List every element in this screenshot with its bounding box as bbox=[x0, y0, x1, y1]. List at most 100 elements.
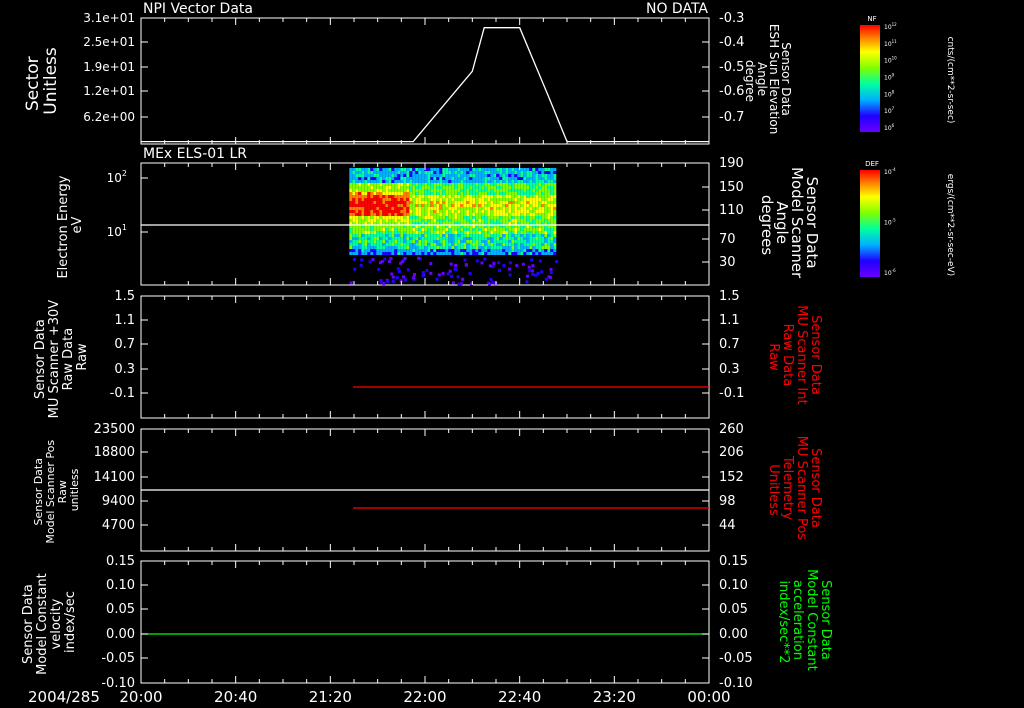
spectrogram-cell bbox=[364, 219, 368, 222]
spectrogram-cell bbox=[526, 186, 530, 189]
spectrogram-cell bbox=[475, 168, 479, 171]
spectrogram-cell bbox=[442, 210, 446, 213]
spectrogram-cell bbox=[466, 168, 470, 171]
spectrogram-cell bbox=[385, 192, 389, 195]
spectrogram-cell bbox=[538, 192, 542, 195]
spectrogram-cell bbox=[355, 201, 359, 204]
spectrogram-cell bbox=[436, 201, 440, 204]
spectrogram-cell bbox=[361, 240, 365, 243]
spectrogram-cell bbox=[454, 195, 458, 198]
spectrogram-cell bbox=[424, 210, 428, 213]
spectrogram-cell bbox=[361, 246, 365, 249]
spectrogram-cell bbox=[394, 237, 398, 240]
spectrogram-cell bbox=[538, 174, 542, 177]
spectrogram-cell bbox=[397, 243, 401, 246]
spectrogram-cell bbox=[532, 186, 536, 189]
spectrogram-cell bbox=[427, 213, 431, 216]
spectrogram-cell bbox=[497, 261, 501, 265]
spectrogram-cell bbox=[499, 195, 503, 198]
spectrogram-cell bbox=[358, 246, 362, 249]
spectrogram-cell bbox=[499, 249, 503, 252]
spectrogram-cell bbox=[373, 216, 377, 219]
spectrogram-cell bbox=[469, 237, 473, 240]
spectrogram-cell bbox=[361, 234, 365, 237]
spectrogram-cell bbox=[508, 213, 512, 216]
spectrogram-cell bbox=[496, 240, 500, 243]
spectrogram-cell bbox=[508, 237, 512, 240]
spectrogram-cell bbox=[517, 198, 521, 201]
spectrogram-cell bbox=[511, 171, 515, 174]
spectrogram-cell bbox=[448, 240, 452, 243]
spectrogram-cell bbox=[523, 243, 527, 246]
spectrogram-cell bbox=[436, 207, 440, 210]
right-tick-label: 0.00 bbox=[719, 627, 748, 642]
spectrogram-cell bbox=[427, 180, 431, 183]
spectrogram-cell bbox=[529, 198, 533, 201]
spectrogram-cell bbox=[496, 213, 500, 216]
spectrogram-cell bbox=[391, 280, 395, 283]
right-tick-label: 0.15 bbox=[719, 554, 748, 569]
spectrogram-cell bbox=[349, 246, 353, 249]
spectrogram-cell bbox=[364, 213, 368, 216]
spectrogram-cell bbox=[418, 243, 422, 246]
spectrogram-cell bbox=[424, 237, 428, 240]
spectrogram-cell bbox=[424, 192, 428, 195]
spectrogram-cell bbox=[547, 201, 551, 204]
spectrogram-cell bbox=[547, 177, 551, 180]
spectrogram-cell bbox=[487, 210, 491, 213]
spectrogram-cell bbox=[538, 183, 542, 186]
spectrogram-cell bbox=[496, 177, 500, 180]
spectrogram-cell bbox=[550, 183, 554, 186]
spectrogram-cell bbox=[403, 174, 407, 177]
spectrogram-cell bbox=[445, 168, 449, 171]
spectrogram-cell bbox=[403, 252, 407, 255]
spectrogram-cell bbox=[469, 189, 473, 192]
spectrogram-cell bbox=[547, 168, 551, 171]
spectrogram-cell bbox=[364, 216, 368, 219]
spectrogram-cell bbox=[460, 240, 464, 243]
spectrogram-cell bbox=[535, 228, 539, 231]
spectrogram-cell bbox=[439, 231, 443, 234]
spectrogram-cell bbox=[394, 234, 398, 237]
spectrogram-cell bbox=[391, 228, 395, 231]
spectrogram-cell bbox=[382, 234, 386, 237]
spectrogram-cell bbox=[496, 189, 500, 192]
spectrogram-cell bbox=[511, 192, 515, 195]
spectrogram-cell bbox=[439, 243, 443, 246]
spectrogram-cell bbox=[502, 189, 506, 192]
spectrogram-cell bbox=[499, 231, 503, 234]
spectrogram-cell bbox=[442, 180, 446, 183]
spectrogram-cell bbox=[468, 272, 472, 276]
spectrogram-cell bbox=[418, 189, 422, 192]
spectrogram-cell bbox=[499, 192, 503, 195]
spectrogram-cell bbox=[499, 234, 503, 237]
spectrogram-cell bbox=[421, 231, 425, 234]
spectrogram-cell bbox=[502, 186, 506, 189]
spectrogram-cell bbox=[358, 186, 362, 189]
spectrogram-cell bbox=[469, 246, 473, 249]
spectrogram-cell bbox=[427, 210, 431, 213]
spectrogram-cell bbox=[553, 210, 557, 213]
spectrogram-cell bbox=[541, 243, 545, 246]
spectrogram-cell bbox=[550, 168, 554, 171]
spectrogram-cell bbox=[469, 240, 473, 243]
spectrogram-cell bbox=[349, 216, 353, 219]
spectrogram-cell bbox=[505, 240, 509, 243]
spectrogram-cell bbox=[538, 237, 542, 240]
spectrogram-cell bbox=[457, 201, 461, 204]
spectrogram-cell bbox=[478, 231, 482, 234]
spectrogram-cell bbox=[528, 269, 532, 273]
spectrogram-cell bbox=[544, 234, 548, 237]
spectrogram-cell bbox=[364, 171, 368, 174]
spectrogram-cell bbox=[364, 249, 368, 252]
spectrogram-cell bbox=[526, 246, 530, 249]
spectrogram-cell bbox=[421, 213, 425, 216]
spectrogram-cell bbox=[349, 210, 353, 213]
spectrogram-cell bbox=[355, 213, 359, 216]
spectrogram-cell bbox=[364, 207, 368, 210]
spectrogram-cell bbox=[472, 180, 476, 183]
spectrogram-cell bbox=[379, 231, 383, 234]
spectrogram-cell bbox=[514, 246, 518, 249]
spectrogram-cell bbox=[376, 246, 380, 249]
spectrogram-cell bbox=[541, 177, 545, 180]
